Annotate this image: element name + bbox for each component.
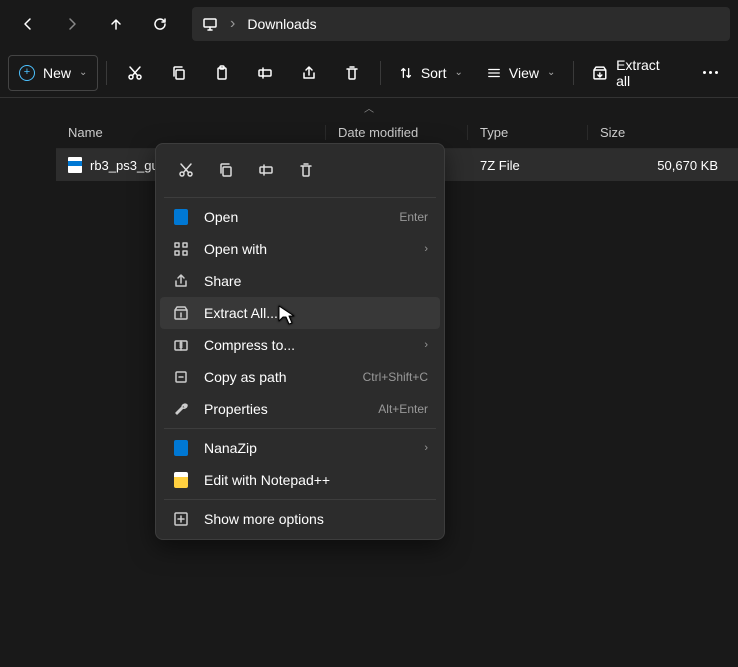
ctx-open-with-label: Open with	[204, 241, 410, 257]
view-button[interactable]: View ⌄	[477, 55, 565, 91]
ctx-rename-button[interactable]	[248, 154, 284, 186]
monitor-icon	[202, 16, 218, 32]
ctx-extract-all[interactable]: Extract All...	[160, 297, 440, 329]
ctx-show-more[interactable]: Show more options	[160, 503, 440, 535]
open-with-icon	[173, 241, 189, 257]
sort-button[interactable]: Sort ⌄	[389, 55, 473, 91]
notepad-icon	[174, 472, 188, 488]
ctx-edit-npp-label: Edit with Notepad++	[204, 472, 428, 488]
chevron-right-icon: ›	[424, 339, 428, 351]
ctx-show-more-label: Show more options	[204, 511, 428, 527]
back-button[interactable]	[8, 6, 48, 42]
context-separator	[164, 428, 436, 429]
ctx-properties-label: Properties	[204, 401, 364, 417]
collapse-chevron[interactable]: ︿	[0, 98, 738, 117]
context-separator	[164, 499, 436, 500]
context-menu: Open Enter Open with › Share Extract All…	[155, 143, 445, 540]
toolbar-divider	[573, 61, 574, 85]
properties-icon	[173, 401, 189, 417]
extract-all-button[interactable]: Extract all	[582, 55, 686, 91]
ctx-cut-button[interactable]	[168, 154, 204, 186]
ctx-copy-path-hint: Ctrl+Shift+C	[363, 370, 428, 384]
breadcrumb-separator: ›	[230, 15, 235, 33]
ctx-properties[interactable]: Properties Alt+Enter	[160, 393, 440, 425]
chevron-down-icon: ⌄	[79, 67, 87, 78]
ctx-extract-all-label: Extract All...	[204, 305, 428, 321]
toolbar-divider	[380, 61, 381, 85]
chevron-right-icon: ›	[424, 243, 428, 255]
extract-all-label: Extract all	[616, 57, 676, 89]
show-more-icon	[173, 511, 189, 527]
ctx-open-label: Open	[204, 209, 385, 225]
compress-icon	[173, 337, 189, 353]
archive-icon	[174, 209, 188, 225]
more-icon	[703, 71, 718, 74]
titlebar: › Downloads	[0, 0, 738, 48]
delete-button[interactable]	[332, 55, 371, 91]
plus-icon: +	[19, 65, 35, 81]
address-bar[interactable]: › Downloads	[192, 7, 730, 41]
new-button[interactable]: + New ⌄	[8, 55, 98, 91]
cut-button[interactable]	[115, 55, 154, 91]
ctx-edit-npp[interactable]: Edit with Notepad++	[160, 464, 440, 496]
ctx-share[interactable]: Share	[160, 265, 440, 297]
toolbar-divider	[106, 61, 107, 85]
column-header-type[interactable]: Type	[468, 125, 588, 140]
share-button[interactable]	[289, 55, 328, 91]
context-separator	[164, 197, 436, 198]
ctx-copy-button[interactable]	[208, 154, 244, 186]
new-label: New	[43, 65, 71, 81]
chevron-down-icon: ⌄	[455, 67, 463, 78]
column-header-size[interactable]: Size	[588, 125, 738, 140]
sort-label: Sort	[421, 65, 447, 81]
breadcrumb-location[interactable]: Downloads	[247, 16, 316, 32]
extract-icon	[173, 305, 189, 321]
ctx-open-with[interactable]: Open with ›	[160, 233, 440, 265]
ctx-delete-button[interactable]	[288, 154, 324, 186]
copy-button[interactable]	[159, 55, 198, 91]
file-icon	[68, 157, 82, 173]
ctx-nanazip-label: NanaZip	[204, 440, 410, 456]
share-icon	[173, 273, 189, 289]
file-type: 7Z File	[468, 158, 588, 173]
extract-icon	[592, 65, 608, 81]
rename-button[interactable]	[246, 55, 285, 91]
ctx-properties-hint: Alt+Enter	[378, 402, 428, 416]
ctx-copy-path[interactable]: Copy as path Ctrl+Shift+C	[160, 361, 440, 393]
chevron-right-icon: ›	[424, 442, 428, 454]
ctx-compress[interactable]: Compress to... ›	[160, 329, 440, 361]
ctx-open-hint: Enter	[399, 210, 428, 224]
column-header-name[interactable]: Name	[56, 125, 326, 140]
paste-button[interactable]	[202, 55, 241, 91]
ctx-copy-path-label: Copy as path	[204, 369, 349, 385]
file-size: 50,670 KB	[588, 158, 738, 173]
ctx-nanazip[interactable]: NanaZip ›	[160, 432, 440, 464]
ctx-share-label: Share	[204, 273, 428, 289]
more-button[interactable]	[691, 55, 730, 91]
copy-path-icon	[173, 369, 189, 385]
sort-icon	[399, 66, 413, 80]
up-button[interactable]	[96, 6, 136, 42]
column-header-date[interactable]: Date modified	[326, 125, 468, 140]
view-icon	[487, 66, 501, 80]
refresh-button[interactable]	[140, 6, 180, 42]
nanazip-icon	[174, 440, 188, 456]
forward-button[interactable]	[52, 6, 92, 42]
context-icon-row	[160, 148, 440, 194]
chevron-down-icon: ⌄	[547, 67, 555, 78]
view-label: View	[509, 65, 539, 81]
ctx-compress-label: Compress to...	[204, 337, 410, 353]
toolbar: + New ⌄ Sort ⌄ View ⌄ Extract all	[0, 48, 738, 98]
ctx-open[interactable]: Open Enter	[160, 201, 440, 233]
